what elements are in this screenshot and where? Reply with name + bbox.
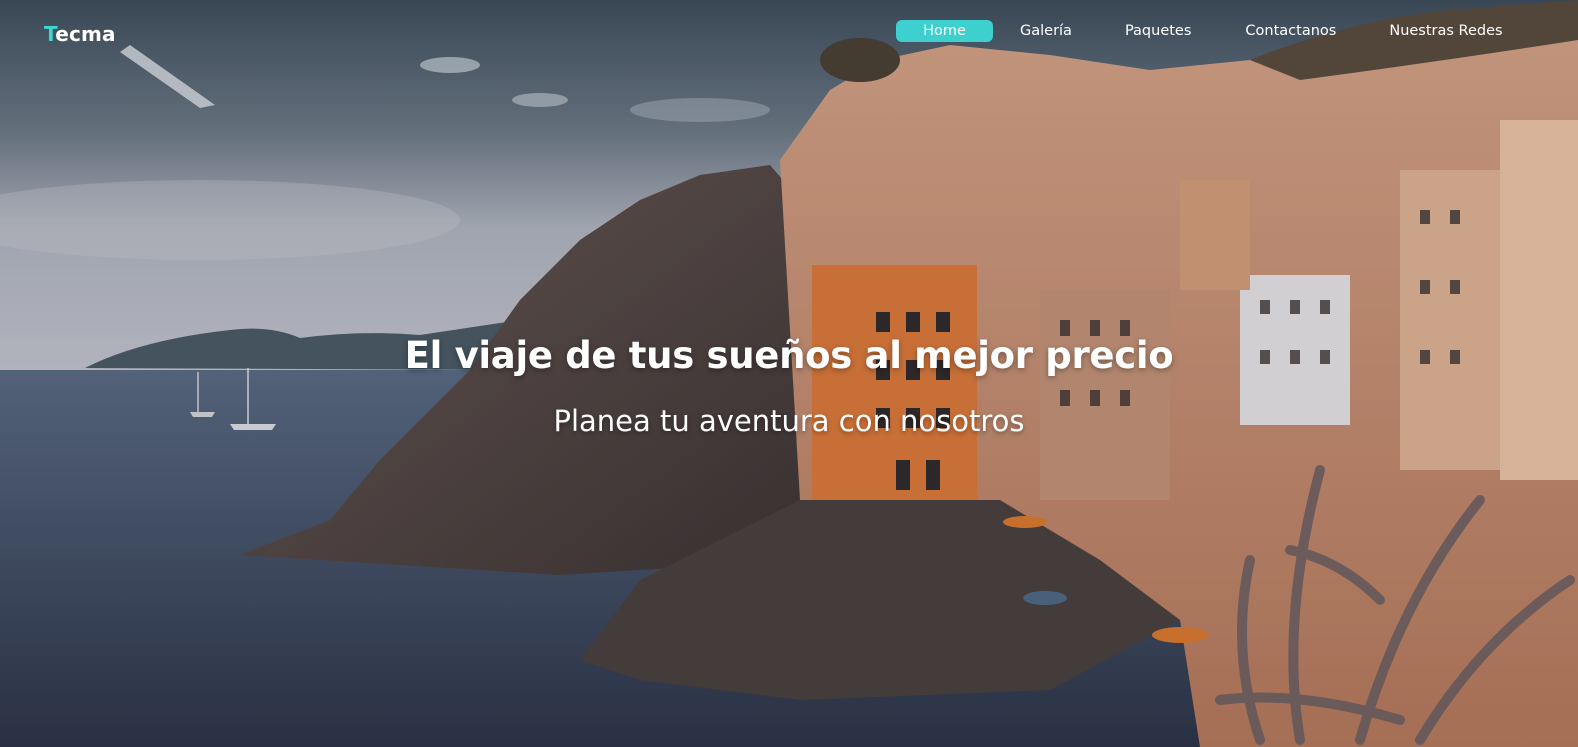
hero-subtitle: Planea tu aventura con nosotros [553, 404, 1025, 438]
hero-title: El viaje de tus sueños al mejor precio [404, 334, 1174, 377]
hero-section: Tecma Home Galería Paquetes Contactanos … [0, 0, 1578, 747]
nav-link-paquetes[interactable]: Paquetes [1125, 20, 1191, 42]
nav-link-home[interactable]: Home [896, 20, 993, 42]
nav-link-contactanos[interactable]: Contactanos [1245, 20, 1336, 42]
nav-link-galeria[interactable]: Galería [1020, 20, 1072, 42]
brand-logo-rest: ecma [55, 22, 116, 46]
brand-logo-accent: T [44, 22, 56, 46]
nav-link-nuestras-redes[interactable]: Nuestras Redes [1389, 20, 1502, 42]
brand-logo[interactable]: Tecma [44, 22, 116, 46]
main-nav: Home Galería Paquetes Contactanos Nuestr… [896, 20, 1503, 42]
